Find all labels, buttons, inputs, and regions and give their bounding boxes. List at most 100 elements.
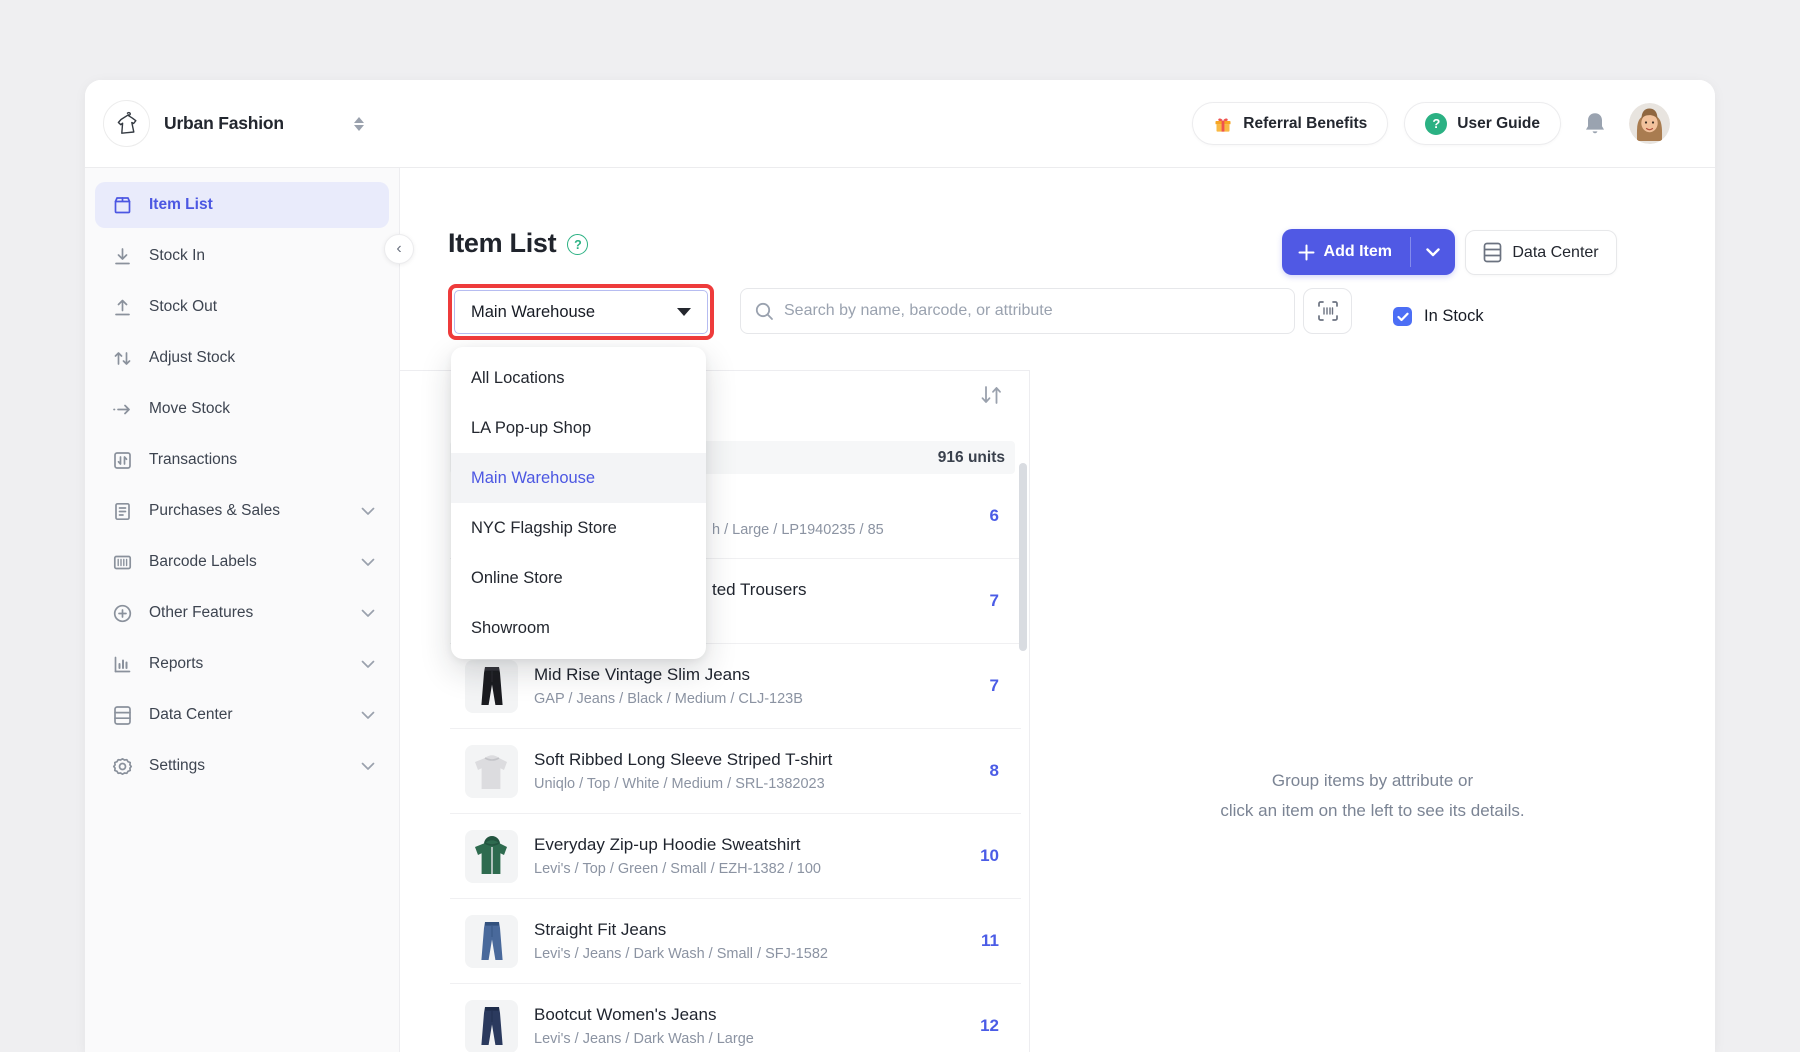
search-input[interactable]	[784, 302, 1280, 320]
location-option-online-store[interactable]: Online Store	[451, 553, 706, 603]
sidebar-item-adjust-stock[interactable]: Adjust Stock	[95, 335, 389, 381]
sidebar-item-data-center[interactable]: Data Center	[95, 692, 389, 738]
item-quantity: 11	[981, 931, 999, 951]
sort-order-icon[interactable]	[979, 383, 1003, 412]
in-stock-checkbox[interactable]	[1393, 307, 1412, 326]
sidebar-item-settings[interactable]: Settings	[95, 743, 389, 789]
item-row[interactable]: Straight Fit JeansLevi's / Jeans / Dark …	[450, 899, 1021, 984]
location-option-all-locations[interactable]: All Locations	[451, 353, 706, 403]
other-features-icon	[111, 603, 133, 624]
page-help-icon[interactable]: ?	[567, 234, 588, 255]
item-text: Straight Fit JeansLevi's / Jeans / Dark …	[534, 920, 828, 962]
workspace-name: Urban Fashion	[164, 113, 284, 134]
item-attributes: Uniqlo / Top / White / Medium / SRL-1382…	[534, 776, 832, 792]
chevron-down-icon	[361, 660, 375, 669]
sidebar-item-item-list[interactable]: Item List	[95, 182, 389, 228]
item-list-icon	[111, 195, 133, 216]
sidebar-item-label: Settings	[149, 757, 205, 775]
tshirt-hanger-icon	[112, 109, 142, 139]
item-row[interactable]: Soft Ribbed Long Sleeve Striped T-shirtU…	[450, 729, 1021, 814]
gift-icon	[1213, 114, 1233, 134]
adjust-stock-icon	[111, 348, 133, 369]
item-row[interactable]: Bootcut Women's Jeans Levi's / Jeans / Da…	[450, 984, 1021, 1052]
sidebar-item-label: Stock Out	[149, 298, 217, 316]
search-icon	[755, 302, 774, 321]
location-select-value: Main Warehouse	[471, 303, 595, 322]
item-text: Mid Rise Vintage Slim Jeans GAP / Jeans /…	[534, 665, 803, 707]
location-option-la-pop-up-shop[interactable]: LA Pop-up Shop	[451, 403, 706, 453]
header-actions: Referral Benefits ? User Guide	[1192, 102, 1670, 145]
data-center-label: Data Center	[1512, 244, 1598, 262]
item-photo-navy-jeans	[465, 1000, 518, 1052]
list-scrollbar[interactable]	[1019, 463, 1027, 651]
user-guide-button[interactable]: ? User Guide	[1404, 102, 1561, 145]
add-item-button[interactable]: Add Item	[1282, 229, 1455, 275]
item-quantity: 12	[980, 1016, 999, 1036]
item-row[interactable]: Everyday Zip-up Hoodie SweatshirtLevi's …	[450, 814, 1021, 899]
in-stock-filter[interactable]: In Stock	[1393, 307, 1484, 326]
purchases-sales-icon	[111, 501, 133, 522]
item-name: Mid Rise Vintage Slim Jeans	[534, 665, 803, 685]
stock-out-icon	[111, 297, 133, 318]
user-avatar[interactable]	[1629, 103, 1670, 144]
add-item-menu-button[interactable]	[1411, 229, 1455, 275]
sidebar-item-label: Adjust Stock	[149, 349, 235, 367]
user-guide-label: User Guide	[1457, 115, 1540, 133]
sidebar-item-transactions[interactable]: Transactions	[95, 437, 389, 483]
item-name: Bootcut Women's Jeans	[534, 1005, 754, 1025]
tutorial-highlight-box: Main Warehouse	[448, 284, 714, 340]
location-dropdown-menu: All LocationsLA Pop-up ShopMain Warehous…	[451, 347, 706, 659]
item-quantity: 7	[990, 591, 999, 611]
sidebar-item-stock-out[interactable]: Stock Out	[95, 284, 389, 330]
item-detail-panel: Group items by attribute or click an ite…	[1030, 370, 1715, 1052]
workspace-switcher-icon[interactable]	[354, 117, 364, 131]
barcode-scan-icon	[1316, 299, 1340, 323]
item-name: Straight Fit Jeans	[534, 920, 828, 940]
sidebar-item-label: Transactions	[149, 451, 237, 469]
app-card: Urban Fashion Referral Benefits ? User	[85, 80, 1715, 1052]
barcode-labels-icon	[111, 552, 133, 573]
referral-benefits-button[interactable]: Referral Benefits	[1192, 102, 1388, 145]
data-center-button[interactable]: Data Center	[1465, 230, 1617, 275]
move-stock-icon	[111, 399, 133, 420]
page-title-text: Item List	[448, 228, 556, 259]
item-text: Bootcut Women's Jeans Levi's / Jeans / Da…	[534, 1005, 754, 1047]
sidebar-item-reports[interactable]: Reports	[95, 641, 389, 687]
sidebar-item-label: Data Center	[149, 706, 233, 724]
sidebar-item-other-features[interactable]: Other Features	[95, 590, 389, 636]
sidebar-item-barcode-labels[interactable]: Barcode Labels	[95, 539, 389, 585]
location-option-showroom[interactable]: Showroom	[451, 603, 706, 653]
item-attributes: Levi's / Jeans / Dark Wash / Large	[534, 1031, 754, 1047]
item-photo-white-sweater	[465, 745, 518, 798]
item-photo-green-hoodie	[465, 830, 518, 883]
item-attributes: GAP / Jeans / Black / Medium / CLJ-123B	[534, 691, 803, 707]
item-attrs-fragment: h / Large / LP1940235 / 85	[712, 522, 884, 538]
sidebar-item-label: Purchases & Sales	[149, 502, 280, 520]
location-option-nyc-flagship-store[interactable]: NYC Flagship Store	[451, 503, 706, 553]
main-panel: ‹ Item List ? Add Item	[400, 168, 1715, 1052]
location-option-main-warehouse[interactable]: Main Warehouse	[451, 453, 706, 503]
location-select[interactable]: Main Warehouse	[454, 290, 708, 334]
detail-empty-message: Group items by attribute or click an ite…	[1030, 766, 1715, 826]
sidebar-item-label: Stock In	[149, 247, 205, 265]
sidebar-item-stock-in[interactable]: Stock In	[95, 233, 389, 279]
reports-icon	[111, 654, 133, 675]
sidebar-item-purchases-sales[interactable]: Purchases & Sales	[95, 488, 389, 534]
sidebar-item-move-stock[interactable]: Move Stock	[95, 386, 389, 432]
chevron-down-icon	[361, 507, 375, 516]
page-title: Item List ?	[448, 228, 588, 259]
sidebar-item-label: Move Stock	[149, 400, 230, 418]
transactions-icon	[111, 450, 133, 471]
chevron-down-icon	[361, 762, 375, 771]
referral-benefits-label: Referral Benefits	[1243, 115, 1367, 133]
item-name-fragment: ted Trousers	[712, 580, 807, 600]
barcode-scan-button[interactable]	[1303, 288, 1352, 334]
detail-empty-line1: Group items by attribute or	[1030, 766, 1715, 796]
in-stock-label: In Stock	[1424, 307, 1484, 326]
workspace-logo[interactable]	[103, 100, 150, 147]
chevron-down-icon	[361, 711, 375, 720]
notifications-bell-icon[interactable]	[1583, 111, 1607, 137]
sidebar-item-label: Item List	[149, 196, 213, 214]
chevron-down-icon	[1426, 248, 1440, 257]
sidebar-collapse-button[interactable]: ‹	[384, 234, 414, 264]
